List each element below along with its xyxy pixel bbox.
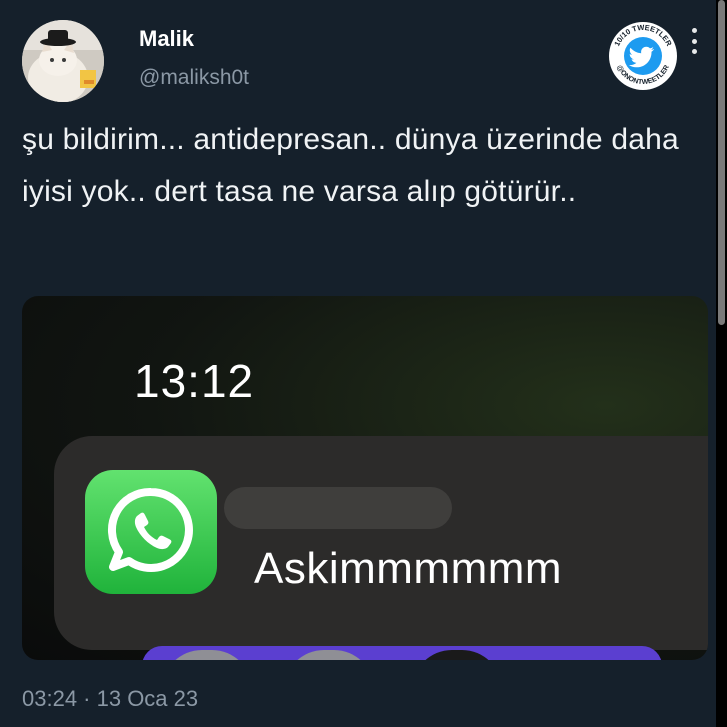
tweet-media[interactable]: 13:12 Askimmmmmm: [22, 296, 708, 660]
scrollbar-thumb[interactable]: [718, 0, 725, 325]
watermark-logo: 10/10 TWEETLER @ONONTWEETLER: [607, 20, 679, 92]
cat-avatar-image: [22, 20, 104, 102]
tweet-text: şu bildirim... antidepresan.. dünya üzer…: [22, 123, 679, 208]
blurred-sender-name: [224, 487, 452, 529]
lockscreen-time: 13:12: [134, 355, 255, 407]
more-options-icon[interactable]: [690, 28, 698, 54]
tweet-timestamp[interactable]: 03:24 · 13 Oca 23: [22, 686, 198, 712]
author-handle[interactable]: @maliksh0t: [139, 66, 249, 90]
notification-message: Askimmmmmm: [254, 544, 563, 593]
author-name[interactable]: Malik: [139, 26, 194, 52]
whatsapp-icon: [85, 470, 217, 594]
author-avatar[interactable]: [22, 20, 104, 102]
